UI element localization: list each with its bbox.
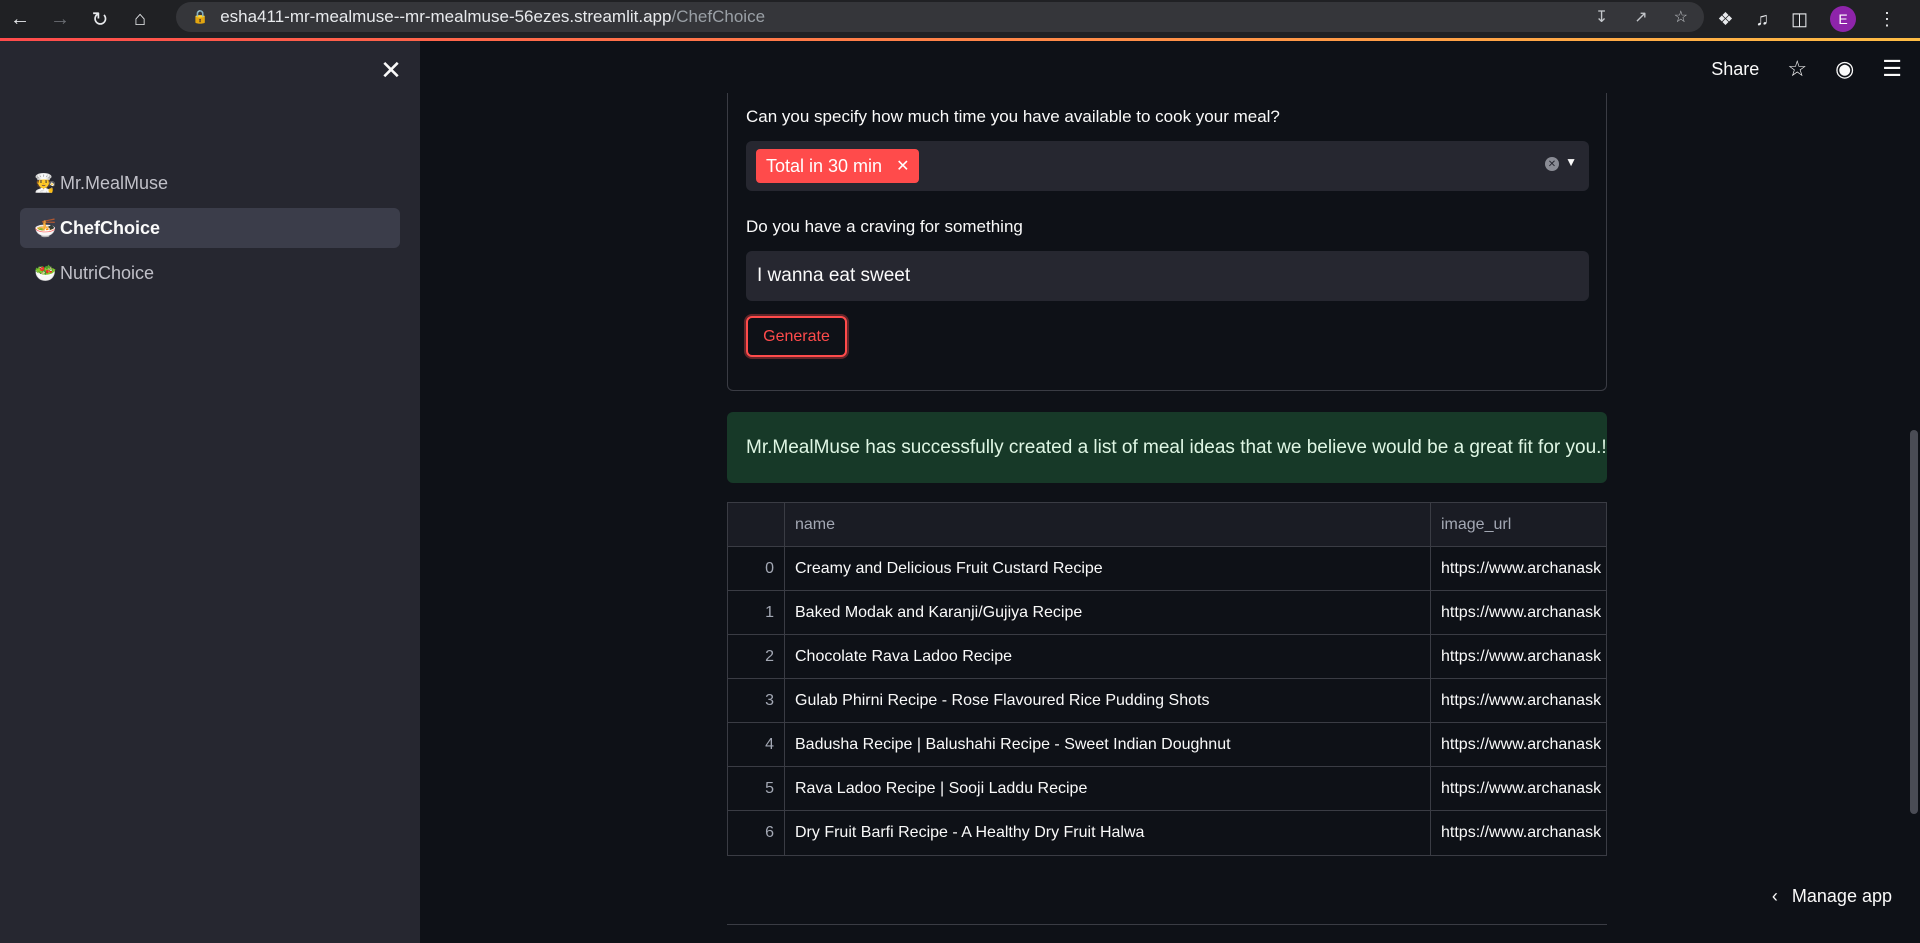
table-row: 1 Baked Modak and Karanji/Gujiya Recipe … [728, 591, 1606, 635]
column-header-image-url[interactable]: image_url [1431, 503, 1606, 546]
browser-toolbar: ← → ↻ ⌂ 🔒 esha411-mr-mealmuse--mr-mealmu… [0, 0, 1920, 38]
craving-input[interactable]: I wanna eat sweet [746, 251, 1589, 301]
cell-image-url[interactable]: https://www.archanask [1431, 679, 1606, 722]
success-alert: Mr.MealMuse has successfully created a l… [727, 412, 1607, 483]
back-icon[interactable]: ← [0, 4, 40, 34]
chevron-down-icon[interactable]: ▼ [1565, 155, 1577, 169]
cell-image-url[interactable]: https://www.archanask [1431, 635, 1606, 678]
table-row: 4 Badusha Recipe | Balushahi Recipe - Sw… [728, 723, 1606, 767]
sidebar-item-label: Mr.MealMuse [60, 172, 169, 193]
cell-name[interactable]: Rava Ladoo Recipe | Sooji Laddu Recipe [785, 767, 1431, 810]
craving-question-label: Do you have a craving for something [746, 217, 1023, 236]
remove-tag-icon[interactable]: ✕ [896, 156, 909, 176]
row-index: 1 [728, 591, 785, 634]
cell-name[interactable]: Creamy and Delicious Fruit Custard Recip… [785, 547, 1431, 590]
tag-label: Total in 30 min [766, 155, 883, 176]
sidebar-item-chefchoice[interactable]: 🍜 ChefChoice [20, 208, 400, 248]
selected-tag: Total in 30 min ✕ [756, 149, 920, 183]
url-path: /ChefChoice [671, 7, 766, 26]
cell-image-url[interactable]: https://www.archanask [1431, 811, 1606, 855]
chevron-left-icon: ‹ [1771, 886, 1778, 906]
sidebar-item-nutrichoice[interactable]: 🥗 NutriChoice [20, 253, 400, 293]
sidebar-nav: 🧑‍🍳 Mr.MealMuse 🍜 ChefChoice 🥗 NutriChoi… [20, 163, 400, 298]
profile-avatar[interactable]: E [1830, 6, 1856, 32]
cell-image-url[interactable]: https://www.archanask [1431, 547, 1606, 590]
recipe-form: Can you specify how much time you have a… [727, 93, 1607, 391]
table-header: name image_url [728, 503, 1606, 547]
sidebar: ✕ 🧑‍🍳 Mr.MealMuse 🍜 ChefChoice 🥗 NutriCh… [0, 41, 420, 943]
row-index: 6 [728, 811, 785, 855]
row-index: 3 [728, 679, 785, 722]
row-index: 4 [728, 723, 785, 766]
table-row: 2 Chocolate Rava Ladoo Recipe https://ww… [728, 635, 1606, 679]
cell-image-url[interactable]: https://www.archanask [1431, 723, 1606, 766]
table-row: 6 Dry Fruit Barfi Recipe - A Healthy Dry… [728, 811, 1606, 855]
reload-icon[interactable]: ↻ [80, 4, 120, 34]
cell-name[interactable]: Badusha Recipe | Balushahi Recipe - Swee… [785, 723, 1431, 766]
time-question-label: Can you specify how much time you have a… [746, 107, 1280, 126]
table-row: 5 Rava Ladoo Recipe | Sooji Laddu Recipe… [728, 767, 1606, 811]
manage-app-label: Manage app [1791, 886, 1892, 906]
install-icon[interactable]: ↧ [1595, 7, 1608, 27]
url-host: esha411-mr-mealmuse--mr-mealmuse-56ezes.… [220, 7, 672, 26]
cell-image-url[interactable]: https://www.archanask [1431, 767, 1606, 810]
browser-menu-icon[interactable]: ⋮ [1878, 9, 1896, 30]
home-icon[interactable]: ⌂ [120, 4, 160, 34]
sidebar-item-mrmealmuse[interactable]: 🧑‍🍳 Mr.MealMuse [20, 163, 400, 203]
row-index: 5 [728, 767, 785, 810]
row-index: 2 [728, 635, 785, 678]
forward-icon[interactable]: → [40, 4, 80, 34]
bookmark-star-icon[interactable]: ☆ [1674, 7, 1688, 27]
sidebar-item-label: NutriChoice [60, 262, 155, 283]
media-icon[interactable]: ♫ [1755, 9, 1769, 30]
close-icon[interactable]: ✕ [378, 55, 404, 85]
cell-name[interactable]: Gulab Phirni Recipe - Rose Flavoured Ric… [785, 679, 1431, 722]
chef-icon: 🧑‍🍳 [34, 172, 57, 193]
clear-icon[interactable]: ✕ [1545, 157, 1559, 171]
salad-icon: 🥗 [34, 262, 57, 283]
cell-name[interactable]: Chocolate Rava Ladoo Recipe [785, 635, 1431, 678]
main-content: Can you specify how much time you have a… [420, 41, 1920, 943]
time-multiselect[interactable]: Total in 30 min ✕ ✕ ▼ [746, 141, 1589, 191]
noodles-icon: 🍜 [34, 217, 57, 238]
table-row: 3 Gulab Phirni Recipe - Rose Flavoured R… [728, 679, 1606, 723]
cell-name[interactable]: Baked Modak and Karanji/Gujiya Recipe [785, 591, 1431, 634]
scrollbar[interactable] [1910, 430, 1918, 814]
share-page-icon[interactable]: ↗ [1634, 7, 1647, 27]
results-table: name image_url 0 Creamy and Delicious Fr… [727, 502, 1607, 856]
address-bar[interactable]: 🔒 esha411-mr-mealmuse--mr-mealmuse-56eze… [176, 2, 1704, 32]
extensions-icon[interactable]: ❖ [1717, 9, 1733, 30]
lock-icon: 🔒 [192, 9, 209, 24]
generate-button[interactable]: Generate [746, 316, 847, 357]
table-row: 0 Creamy and Delicious Fruit Custard Rec… [728, 547, 1606, 591]
column-header-name[interactable]: name [785, 503, 1431, 546]
sidebar-item-label: ChefChoice [60, 217, 161, 238]
index-header [728, 503, 785, 546]
row-index: 0 [728, 547, 785, 590]
side-panel-icon[interactable]: ◫ [1791, 9, 1808, 30]
cell-name[interactable]: Dry Fruit Barfi Recipe - A Healthy Dry F… [785, 811, 1431, 855]
cell-image-url[interactable]: https://www.archanask [1431, 591, 1606, 634]
manage-app-button[interactable]: ‹ Manage app [1772, 886, 1892, 907]
divider [727, 924, 1607, 925]
